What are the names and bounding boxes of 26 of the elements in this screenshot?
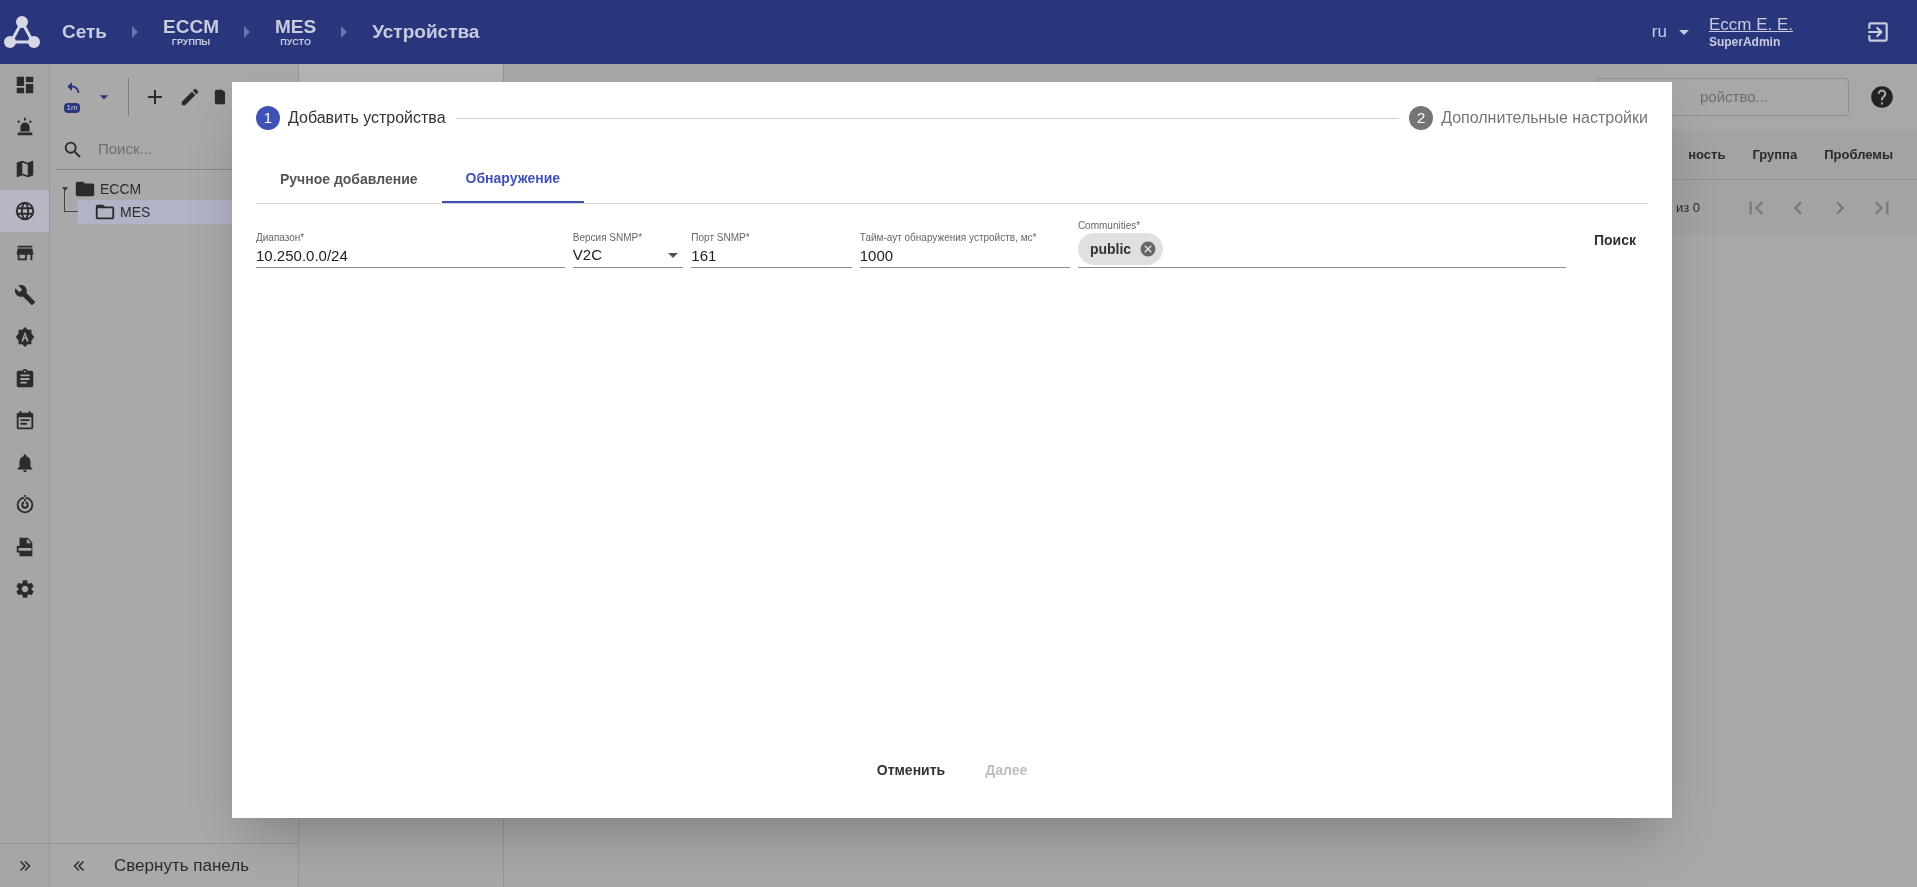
breadcrumb-link[interactable]: Сеть: [62, 17, 108, 47]
breadcrumb-link[interactable]: ECCM ГРУППЫ: [163, 17, 219, 47]
language-select[interactable]: ru: [1651, 19, 1689, 45]
collapse-panel-label[interactable]: Свернуть панель: [114, 852, 249, 879]
input-field[interactable]: Тайм-аут обнаружения устройств, мс* 1000: [859, 230, 1070, 268]
user-role: SuperAdmin: [1708, 35, 1782, 51]
tab[interactable]: Обнаружение: [441, 156, 585, 203]
breadcrumb-link[interactable]: Устройства: [372, 17, 480, 47]
chips-field[interactable]: Communities* public: [1077, 218, 1566, 268]
column-header[interactable]: ность: [1688, 144, 1726, 165]
step-label: Добавить устройства: [288, 108, 446, 128]
tab[interactable]: Ручное добавление: [256, 156, 442, 203]
step-number: 2: [1409, 106, 1434, 130]
search-field[interactable]: Поиск...: [98, 138, 248, 161]
pagination-range: из 0: [1675, 199, 1700, 218]
search-button[interactable]: Поиск: [1581, 222, 1648, 258]
select-field[interactable]: Версия SNMP* V2C: [572, 230, 684, 268]
input-field[interactable]: Диапазон* 10.250.0.0/24: [256, 230, 565, 268]
column-header[interactable]: Группа: [1752, 144, 1798, 165]
column-header[interactable]: Проблемы: [1824, 144, 1893, 165]
breadcrumb-link[interactable]: MES ПУСТО: [275, 17, 317, 47]
input-field[interactable]: Порт SNMP* 161: [691, 230, 852, 268]
user-name-link[interactable]: Eccm E. E.: [1708, 13, 1793, 36]
undo-badge: 1m: [64, 103, 80, 113]
cancel-button[interactable]: Отменить: [860, 752, 962, 788]
step-number: 1: [256, 106, 280, 130]
